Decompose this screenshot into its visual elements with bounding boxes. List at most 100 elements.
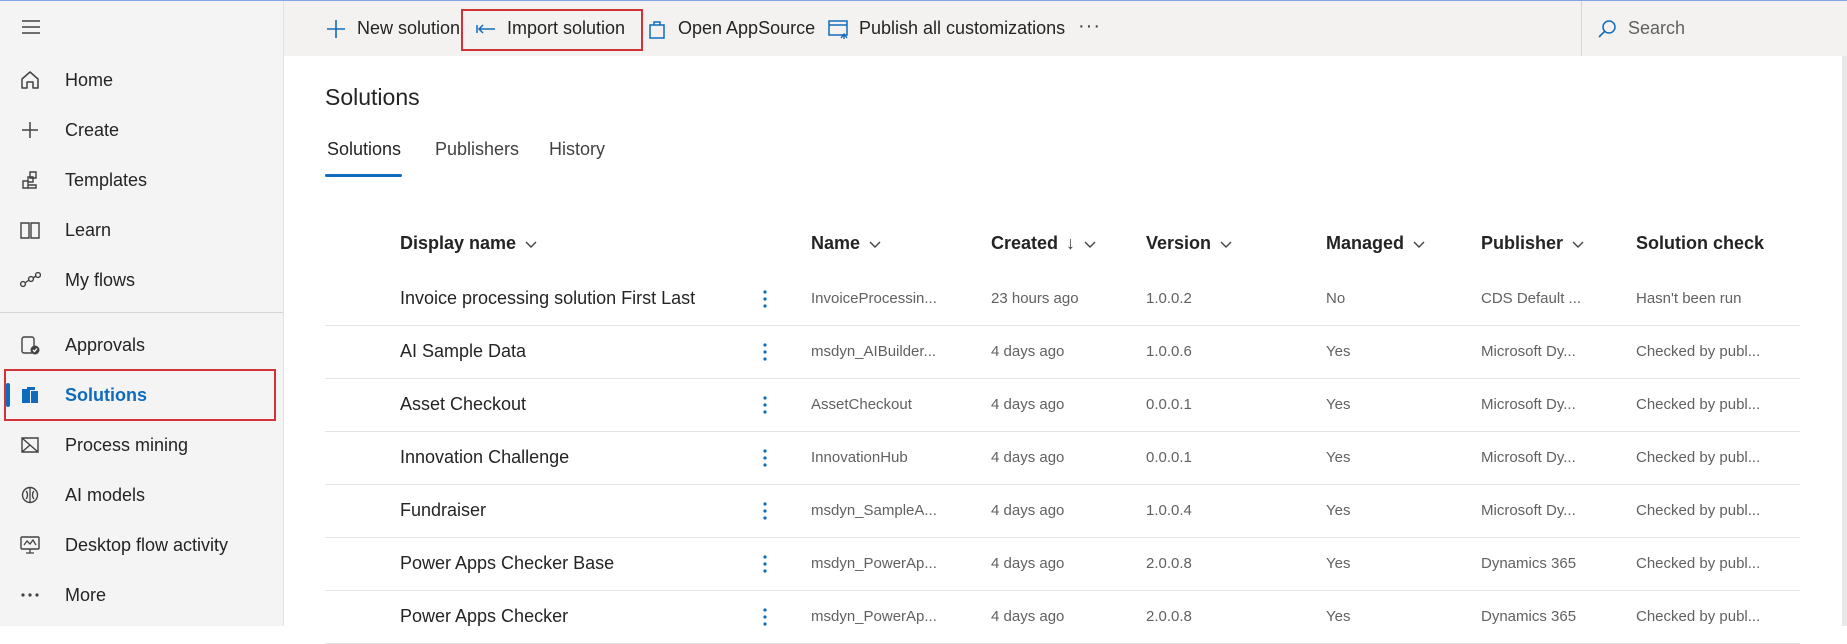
chevron-down-icon [1084,241,1096,248]
row-more-options-icon[interactable] [753,537,777,590]
tab-solutions[interactable]: Solutions [327,139,401,160]
cell-created: 4 days ago [991,555,1065,572]
cell-publisher: Microsoft Dy... [1481,343,1576,360]
cell-solution-check: Checked by publ... [1636,396,1761,413]
sidebar-item-solutions[interactable]: Solutions [0,371,283,419]
sidebar-item-my-flows[interactable]: My flows [0,256,283,304]
cell-managed: Yes [1326,502,1351,519]
cell-publisher: Microsoft Dy... [1481,449,1576,466]
column-header-name[interactable]: Name [811,233,882,254]
cell-managed: Yes [1326,449,1351,466]
row-more-options-icon[interactable] [753,431,777,484]
table-row[interactable]: Fundraiser msdyn_SampleA... 4 days ago 1.0.… [325,484,1800,538]
column-header-managed[interactable]: Managed [1326,233,1426,254]
publish-all-button[interactable]: Publish all customizations [827,1,1065,56]
approvals-icon [19,334,41,356]
cell-version: 1.0.0.6 [1146,343,1192,360]
sidebar-item-home[interactable]: Home [0,56,283,104]
cell-version: 1.0.0.4 [1146,502,1192,519]
flows-icon [19,269,41,291]
chevron-down-icon [1220,241,1232,248]
scrollbar-track[interactable] [1842,56,1847,626]
row-more-options-icon[interactable] [753,325,777,378]
sidebar-item-templates[interactable]: Templates [0,156,283,204]
sidebar-item-label: Learn [65,219,112,240]
table-row[interactable]: Invoice processing solution First Last In… [325,272,1800,326]
search-box[interactable] [1581,1,1847,56]
sidebar-item-label: Process mining [65,434,189,455]
column-header-publisher[interactable]: Publisher [1481,233,1585,254]
chevron-down-icon [869,241,881,248]
column-label: Publisher [1481,233,1564,253]
cell-name: InnovationHub [811,449,908,466]
column-label: Version [1146,233,1212,253]
cell-display-name[interactable]: Innovation Challenge [400,431,569,484]
sidebar-item-create[interactable]: Create [0,106,283,154]
column-header-created[interactable]: Created ↓ [991,233,1097,254]
cell-solution-check: Hasn't been run [1636,290,1742,307]
tab-publishers[interactable]: Publishers [435,139,519,160]
sidebar-item-ai-models[interactable]: AI models [0,471,283,519]
sidebar-item-learn[interactable]: Learn [0,206,283,254]
column-label: Name [811,233,861,253]
sidebar-item-desktop-flow-activity[interactable]: Desktop flow activity [0,521,283,569]
sidebar-item-more[interactable]: More [0,571,283,619]
table-row[interactable]: Power Apps Checker msdyn_PowerAp... 4 days… [325,590,1800,644]
cell-publisher: CDS Default ... [1481,290,1582,307]
search-input[interactable] [1626,17,1830,40]
cell-publisher: Dynamics 365 [1481,555,1577,572]
search-icon [1598,19,1616,38]
plus-icon [19,119,41,141]
hamburger-menu-icon[interactable] [20,16,42,38]
row-more-options-icon[interactable] [753,272,777,325]
page-title: Solutions [325,84,420,110]
cell-display-name[interactable]: Power Apps Checker [400,590,568,643]
row-more-options-icon[interactable] [753,484,777,537]
row-more-options-icon[interactable] [753,590,777,643]
sidebar-item-label: My flows [65,269,136,290]
more-commands-button[interactable]: ··· [1078,15,1101,38]
cell-publisher: Microsoft Dy... [1481,396,1576,413]
cell-name: msdyn_SampleA... [811,502,937,519]
tab-history[interactable]: History [549,139,605,160]
sidebar-item-process-mining[interactable]: Process mining [0,421,283,469]
table-row[interactable]: Power Apps Checker Base msdyn_PowerAp... 4… [325,537,1800,591]
column-label: Solution check [1636,233,1765,253]
new-solution-button[interactable]: New solution [325,1,460,56]
active-tab-indicator [325,174,402,177]
cell-display-name[interactable]: Asset Checkout [400,378,526,431]
import-solution-label: Import solution [507,18,626,38]
cell-created: 4 days ago [991,502,1065,519]
cell-solution-check: Checked by publ... [1636,343,1761,360]
row-more-options-icon[interactable] [753,378,777,431]
column-header-version[interactable]: Version [1146,233,1233,254]
chevron-down-icon [1572,241,1584,248]
more-icon [19,584,41,606]
home-icon [19,69,41,91]
table-row[interactable]: AI Sample Data msdyn_AIBuilder... 4 days a… [325,325,1800,379]
cell-display-name[interactable]: AI Sample Data [400,325,526,378]
cell-managed: Yes [1326,608,1351,625]
open-appsource-button[interactable]: Open AppSource [646,1,815,56]
templates-icon [19,169,41,191]
cell-managed: Yes [1326,555,1351,572]
cell-publisher: Dynamics 365 [1481,608,1577,625]
sidebar-divider [0,312,283,313]
table-row[interactable]: Innovation Challenge InnovationHub 4 days … [325,431,1800,485]
column-header-solution-check[interactable]: Solution check [1636,233,1764,254]
sort-descending-icon: ↓ [1066,233,1076,253]
cell-created: 4 days ago [991,608,1065,625]
column-header-display-name[interactable]: Display name [400,233,538,254]
book-icon [19,219,41,241]
sidebar-item-label: More [65,584,107,605]
cell-display-name[interactable]: Fundraiser [400,484,486,537]
cell-display-name[interactable]: Invoice processing solution First Last [400,272,695,325]
column-label: Created [991,233,1059,253]
import-solution-button[interactable]: Import solution [475,1,625,56]
cell-display-name[interactable]: Power Apps Checker Base [400,537,614,590]
sidebar-item-approvals[interactable]: Approvals [0,321,283,369]
table-row[interactable]: Asset Checkout AssetCheckout 4 days ago 0.0… [325,378,1800,432]
sidebar-item-label: Desktop flow activity [65,534,229,555]
cell-managed: Yes [1326,343,1351,360]
cell-created: 4 days ago [991,396,1065,413]
